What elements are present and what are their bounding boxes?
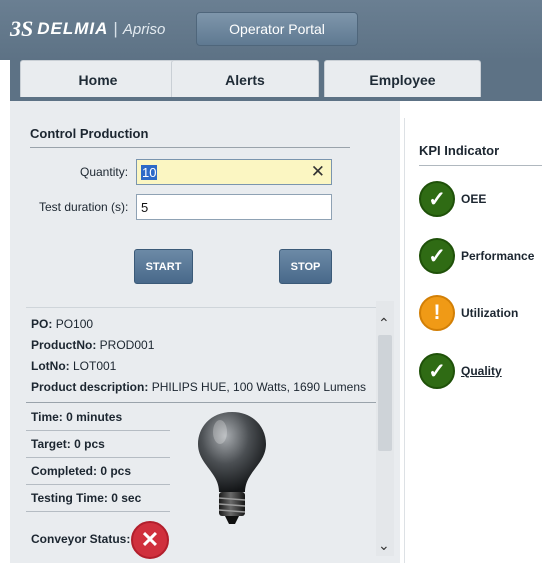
po-line: PO: PO100 xyxy=(31,317,93,331)
product-label: ProductNo: xyxy=(31,338,97,352)
start-button[interactable]: START xyxy=(134,249,193,284)
kpi-title: KPI Indicator xyxy=(419,143,500,158)
po-value: PO100 xyxy=(55,317,94,331)
completed-metric: Completed: 0 pcs xyxy=(31,464,132,478)
description-label: Product description: xyxy=(31,380,149,394)
check-icon: ✓ xyxy=(419,181,455,217)
metric-divider xyxy=(26,430,170,431)
tab-home[interactable]: Home xyxy=(20,60,176,98)
kpi-performance: ✓ Performance xyxy=(419,237,534,275)
conveyor-status-label: Conveyor Status: xyxy=(31,532,131,546)
kpi-oee: ✓ OEE xyxy=(419,180,486,218)
stop-button[interactable]: STOP xyxy=(279,249,332,284)
product-value: PROD001 xyxy=(99,338,155,352)
kpi-performance-label: Performance xyxy=(461,249,535,263)
control-production-title: Control Production xyxy=(30,126,149,141)
test-duration-value: 5 xyxy=(141,200,149,215)
control-production-panel: Control Production Quantity: 10 ✕ Test d… xyxy=(10,101,400,563)
kpi-quality-label[interactable]: Quality xyxy=(461,364,502,378)
app-header: 3S DELMIA | Apriso Operator Portal xyxy=(0,0,542,60)
po-label: PO: xyxy=(31,317,53,331)
lot-line: LotNo: LOT001 xyxy=(31,359,116,373)
logo-mark: 3S xyxy=(10,16,34,41)
test-duration-input[interactable]: 5 xyxy=(136,194,332,220)
metric-divider xyxy=(26,511,170,512)
lot-value: LOT001 xyxy=(73,359,117,373)
operator-portal-app: 3S DELMIA | Apriso Operator Portal Home … xyxy=(0,0,542,563)
conveyor-error-icon: ✕ xyxy=(131,521,169,559)
description-value: PHILIPS HUE, 100 Watts, 1690 Lumens xyxy=(151,380,367,394)
kpi-divider xyxy=(419,165,542,166)
tab-employee[interactable]: Employee xyxy=(324,60,481,98)
order-divider xyxy=(26,402,376,403)
kpi-oee-label: OEE xyxy=(461,192,487,206)
logo-separator: | xyxy=(113,19,118,38)
title-divider xyxy=(30,147,350,148)
kpi-panel: KPI Indicator ✓ OEE ✓ Performance ! Util… xyxy=(404,118,542,563)
logo-product: Apriso xyxy=(122,20,166,38)
section-divider xyxy=(26,307,380,308)
metric-divider xyxy=(26,457,170,458)
kpi-utilization: ! Utilization xyxy=(419,294,518,332)
operator-portal-button[interactable]: Operator Portal xyxy=(196,12,358,46)
kpi-utilization-label: Utilization xyxy=(461,306,519,320)
metric-divider xyxy=(26,484,170,485)
quantity-input[interactable]: 10 ✕ xyxy=(136,159,332,185)
quantity-value: 10 xyxy=(141,165,158,180)
target-metric: Target: 0 pcs xyxy=(31,437,105,451)
check-icon: ✓ xyxy=(419,353,455,389)
chevron-down-icon[interactable]: ⌄ xyxy=(378,537,390,554)
product-line: ProductNo: PROD001 xyxy=(31,338,154,352)
tab-bar: Home Alerts Employee xyxy=(10,60,542,98)
clear-icon[interactable]: ✕ xyxy=(311,162,325,182)
description-line: Product description: PHILIPS HUE, 100 Wa… xyxy=(31,380,366,394)
tab-alerts[interactable]: Alerts xyxy=(171,60,319,98)
logo-brand: DELMIA xyxy=(37,19,109,38)
testing-time-metric: Testing Time: 0 sec xyxy=(31,491,142,505)
lot-label: LotNo: xyxy=(31,359,70,373)
test-duration-label: Test duration (s): xyxy=(39,200,129,214)
check-icon: ✓ xyxy=(419,238,455,274)
light-bulb-icon xyxy=(198,412,266,524)
time-metric: Time: 0 minutes xyxy=(31,410,123,424)
chevron-up-icon[interactable]: ⌃ xyxy=(378,315,390,332)
kpi-quality: ✓ Quality xyxy=(419,352,502,390)
scrollbar-thumb[interactable] xyxy=(378,335,392,451)
exclamation-icon: ! xyxy=(419,295,455,331)
quantity-label: Quantity: xyxy=(80,165,129,179)
delmia-apriso-logo: 3S DELMIA | Apriso xyxy=(10,16,165,42)
